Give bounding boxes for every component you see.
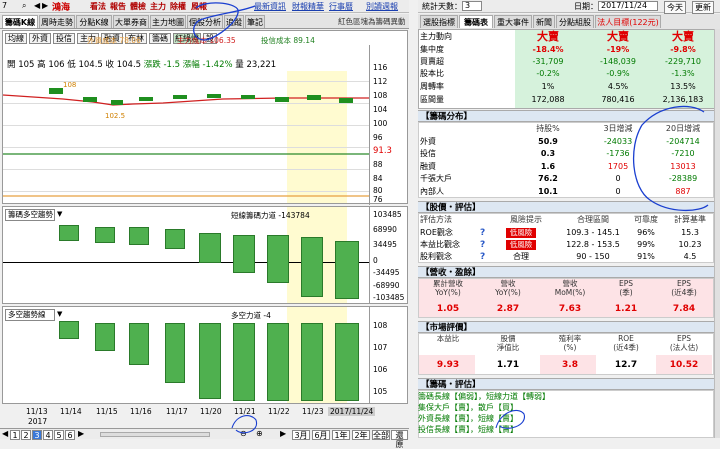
ink-annotations (193, 2, 709, 434)
